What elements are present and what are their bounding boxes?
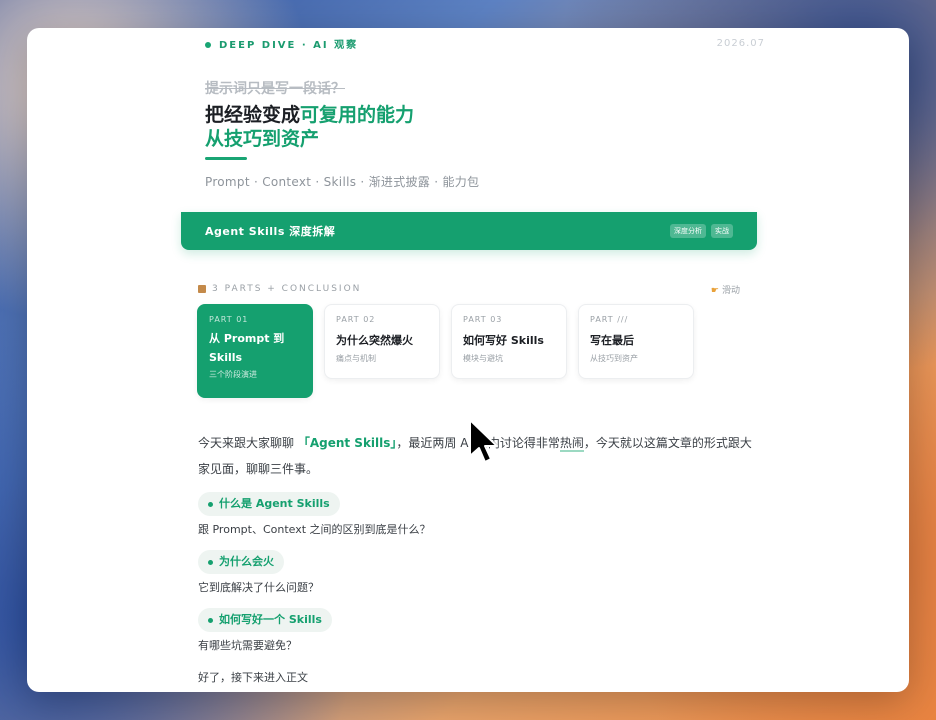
transition-text: 好了，接下来进入正文 bbox=[198, 671, 308, 684]
subtitle-keywords: Prompt · Context · Skills · 渐进式披露 · 能力包 bbox=[205, 175, 480, 189]
topic-banner: Agent Skills 深度拆解 深度分析 实战 bbox=[181, 212, 757, 250]
point-badge: 什么是 Agent Skills bbox=[198, 492, 340, 516]
title-prefix: 把经验变成 bbox=[205, 104, 301, 126]
part-name: 写在最后 bbox=[590, 334, 634, 347]
bullet-dot-icon bbox=[208, 559, 213, 565]
pointing-hand-icon: ☛ bbox=[710, 285, 719, 296]
intro-highlight: 「Agent Skills」 bbox=[297, 436, 397, 450]
part-desc: 痛点与机制 bbox=[336, 354, 376, 363]
page-title-line1: 把经验变成可复用的能力 bbox=[205, 100, 414, 127]
part-card-03[interactable]: PART 03 如何写好 Skills 模块与避坑 bbox=[451, 304, 567, 379]
parts-heading: 3 PARTS + CONCLUSION ☛ 滑动 bbox=[198, 282, 740, 296]
intro-text: 今天来跟大家聊聊 bbox=[198, 436, 298, 450]
banner-tag: 实战 bbox=[711, 224, 733, 238]
page-title-line2: 从技巧到资产 bbox=[205, 128, 320, 150]
part-name: 从 Prompt 到 Skills bbox=[209, 332, 285, 364]
title-divider bbox=[205, 157, 247, 160]
part-desc: 三个阶段演进 bbox=[209, 370, 257, 379]
part-tag: PART /// bbox=[590, 315, 629, 324]
bullet-dot-icon bbox=[208, 617, 213, 623]
issue-date: 2026.07 bbox=[716, 37, 765, 49]
part-tag: PART 02 bbox=[336, 315, 376, 324]
part-name: 如何写好 Skills bbox=[463, 334, 544, 347]
article-window: DEEP DIVE · AI 观察 2026.07 提示词只是写一段话？ 把经验… bbox=[27, 28, 909, 692]
bullet-dot-icon bbox=[208, 501, 213, 507]
banner-tags: 深度分析 实战 bbox=[670, 224, 733, 238]
scroll-hint[interactable]: ☛ 滑动 bbox=[711, 283, 740, 296]
eyebrow: DEEP DIVE · AI 观察 2026.07 bbox=[205, 36, 765, 51]
part-desc: 从技巧到资产 bbox=[590, 354, 638, 363]
part-card-conclusion[interactable]: PART /// 写在最后 从技巧到资产 bbox=[578, 304, 694, 379]
eyebrow-label: DEEP DIVE · AI 观察 bbox=[219, 39, 359, 51]
point-question: 它到底解决了什么问题？ bbox=[198, 581, 319, 594]
eyebrow-dot-icon bbox=[205, 41, 211, 48]
banner-title: Agent Skills 深度拆解 bbox=[205, 225, 336, 238]
point-badge: 如何写好一个 Skills bbox=[198, 608, 332, 632]
part-card-01[interactable]: PART 01 从 Prompt 到 Skills 三个阶段演进 bbox=[197, 304, 313, 398]
parts-heading-label: 3 PARTS + CONCLUSION bbox=[212, 284, 362, 294]
article-content[interactable]: DEEP DIVE · AI 观察 2026.07 提示词只是写一段话？ 把经验… bbox=[27, 28, 909, 692]
point-question: 有哪些坑需要避免？ bbox=[198, 639, 297, 652]
point-label: 什么是 Agent Skills bbox=[219, 497, 330, 510]
struck-question: 提示词只是写一段话？ bbox=[205, 81, 345, 97]
parts-carousel[interactable]: PART 01 从 Prompt 到 Skills 三个阶段演进 PART 02… bbox=[197, 304, 694, 398]
part-name: 为什么突然爆火 bbox=[336, 334, 413, 347]
scroll-hint-label: 滑动 bbox=[721, 285, 740, 296]
intro-text: 讨论得非常 bbox=[499, 436, 560, 450]
part-card-02[interactable]: PART 02 为什么突然爆火 痛点与机制 bbox=[324, 304, 440, 379]
point-label: 如何写好一个 Skills bbox=[219, 613, 322, 626]
banner-tag: 深度分析 bbox=[670, 224, 706, 238]
package-icon bbox=[198, 284, 206, 293]
article-body: 今天来跟大家聊聊 「Agent Skills」，最近两周 AI 圈内讨论得非常热… bbox=[198, 430, 758, 688]
title-accent: 可复用的能力 bbox=[300, 104, 415, 126]
intro-underline: 热闹 bbox=[559, 436, 584, 452]
part-tag: PART 03 bbox=[463, 315, 503, 324]
point-badge: 为什么会火 bbox=[198, 550, 284, 574]
mouse-pointer-icon bbox=[469, 419, 498, 463]
part-tag: PART 01 bbox=[209, 315, 249, 324]
point-label: 为什么会火 bbox=[219, 555, 274, 568]
point-question: 跟 Prompt、Context 之间的区别到底是什么？ bbox=[198, 523, 431, 536]
part-desc: 模块与避坑 bbox=[463, 354, 503, 363]
